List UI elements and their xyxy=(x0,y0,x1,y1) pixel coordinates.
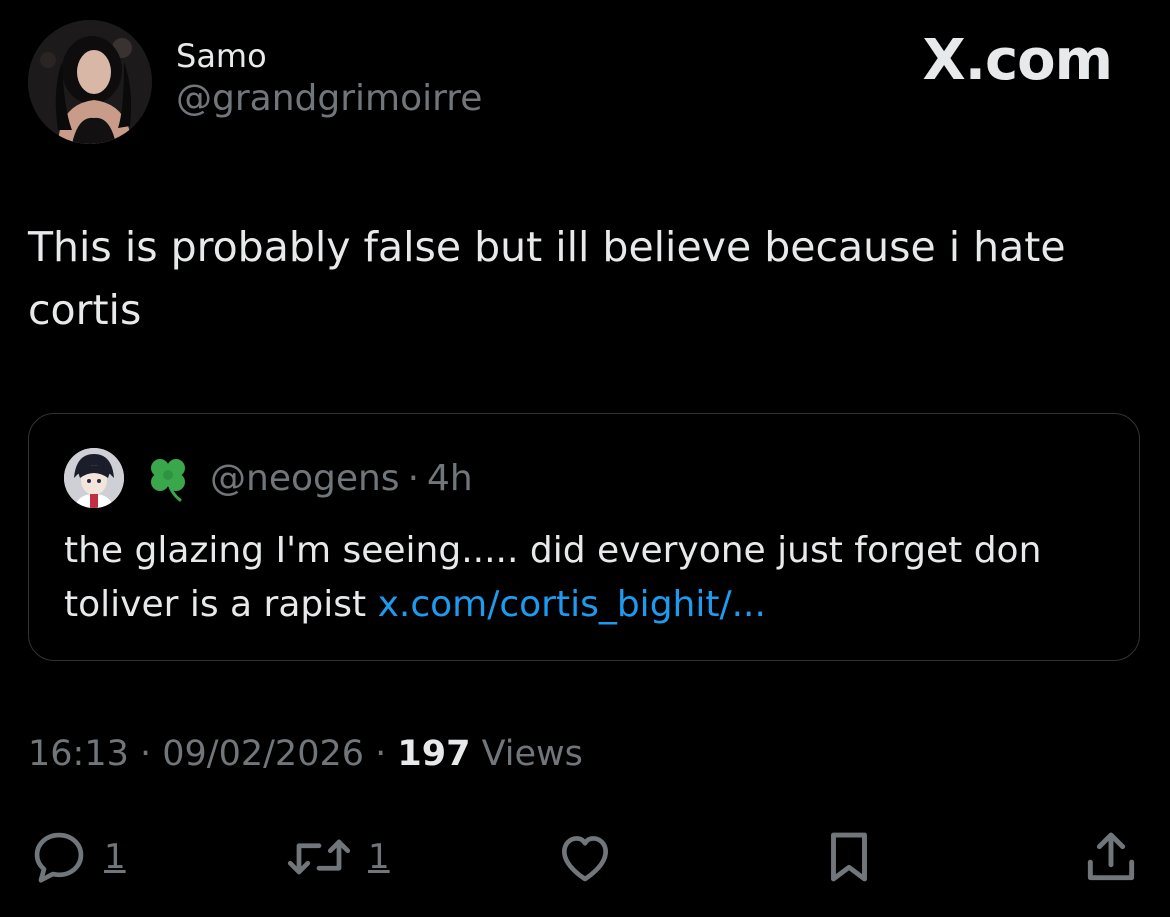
retweet-button[interactable]: 1 xyxy=(284,822,390,892)
share-upload-icon xyxy=(1087,832,1135,881)
quoted-avatar-image xyxy=(64,448,124,508)
meta-separator: · xyxy=(364,734,398,774)
tweet-actions: 1 1 xyxy=(0,822,1170,892)
quoted-tweet-link[interactable]: x.com/cortis_bighit/... xyxy=(378,584,766,625)
author-display-name[interactable]: Samo xyxy=(176,36,482,76)
author-avatar-image xyxy=(28,20,152,144)
author-handle[interactable]: @grandgrimoirre xyxy=(176,76,482,122)
bookmark-button[interactable] xyxy=(818,822,880,892)
four-leaf-clover-icon xyxy=(151,459,185,502)
meta-separator: · xyxy=(128,734,163,774)
heart-icon xyxy=(562,836,608,882)
reply-count: 1 xyxy=(104,837,126,877)
reply-button[interactable]: 1 xyxy=(28,822,126,892)
quoted-author-handle[interactable]: @neogens xyxy=(210,458,400,499)
brand-logo: X.com xyxy=(922,28,1113,93)
tweet-meta: 16:13 · 09/02/2026 · 197 Views xyxy=(28,734,583,774)
tweet-date[interactable]: 09/02/2026 xyxy=(162,734,364,774)
tweet-time[interactable]: 16:13 xyxy=(28,734,129,774)
views-count: 197 xyxy=(397,734,471,774)
quoted-tweet-text: the glazing I'm seeing..... did everyone… xyxy=(64,524,1114,632)
like-button[interactable] xyxy=(554,822,616,892)
tweet-author: Samo @grandgrimoirre xyxy=(28,20,482,144)
bookmark-icon xyxy=(831,832,867,882)
views-label: Views xyxy=(470,734,583,774)
quoted-timestamp[interactable]: 4h xyxy=(427,458,473,499)
author-names: Samo @grandgrimoirre xyxy=(176,36,482,122)
quoted-author-avatar[interactable] xyxy=(64,448,124,508)
share-button[interactable] xyxy=(1080,822,1142,892)
quoted-tweet-card[interactable]: @neogens · 4h the glazing I'm seeing....… xyxy=(28,413,1140,661)
author-avatar[interactable] xyxy=(28,20,152,144)
quoted-tweet-header: @neogens · 4h xyxy=(64,448,473,508)
speech-bubble-icon xyxy=(34,832,84,883)
quoted-separator: · xyxy=(407,457,420,499)
tweet-text: This is probably false but ill believe b… xyxy=(28,223,1066,334)
retweet-count: 1 xyxy=(368,837,390,877)
retweet-arrows-icon xyxy=(287,839,351,875)
